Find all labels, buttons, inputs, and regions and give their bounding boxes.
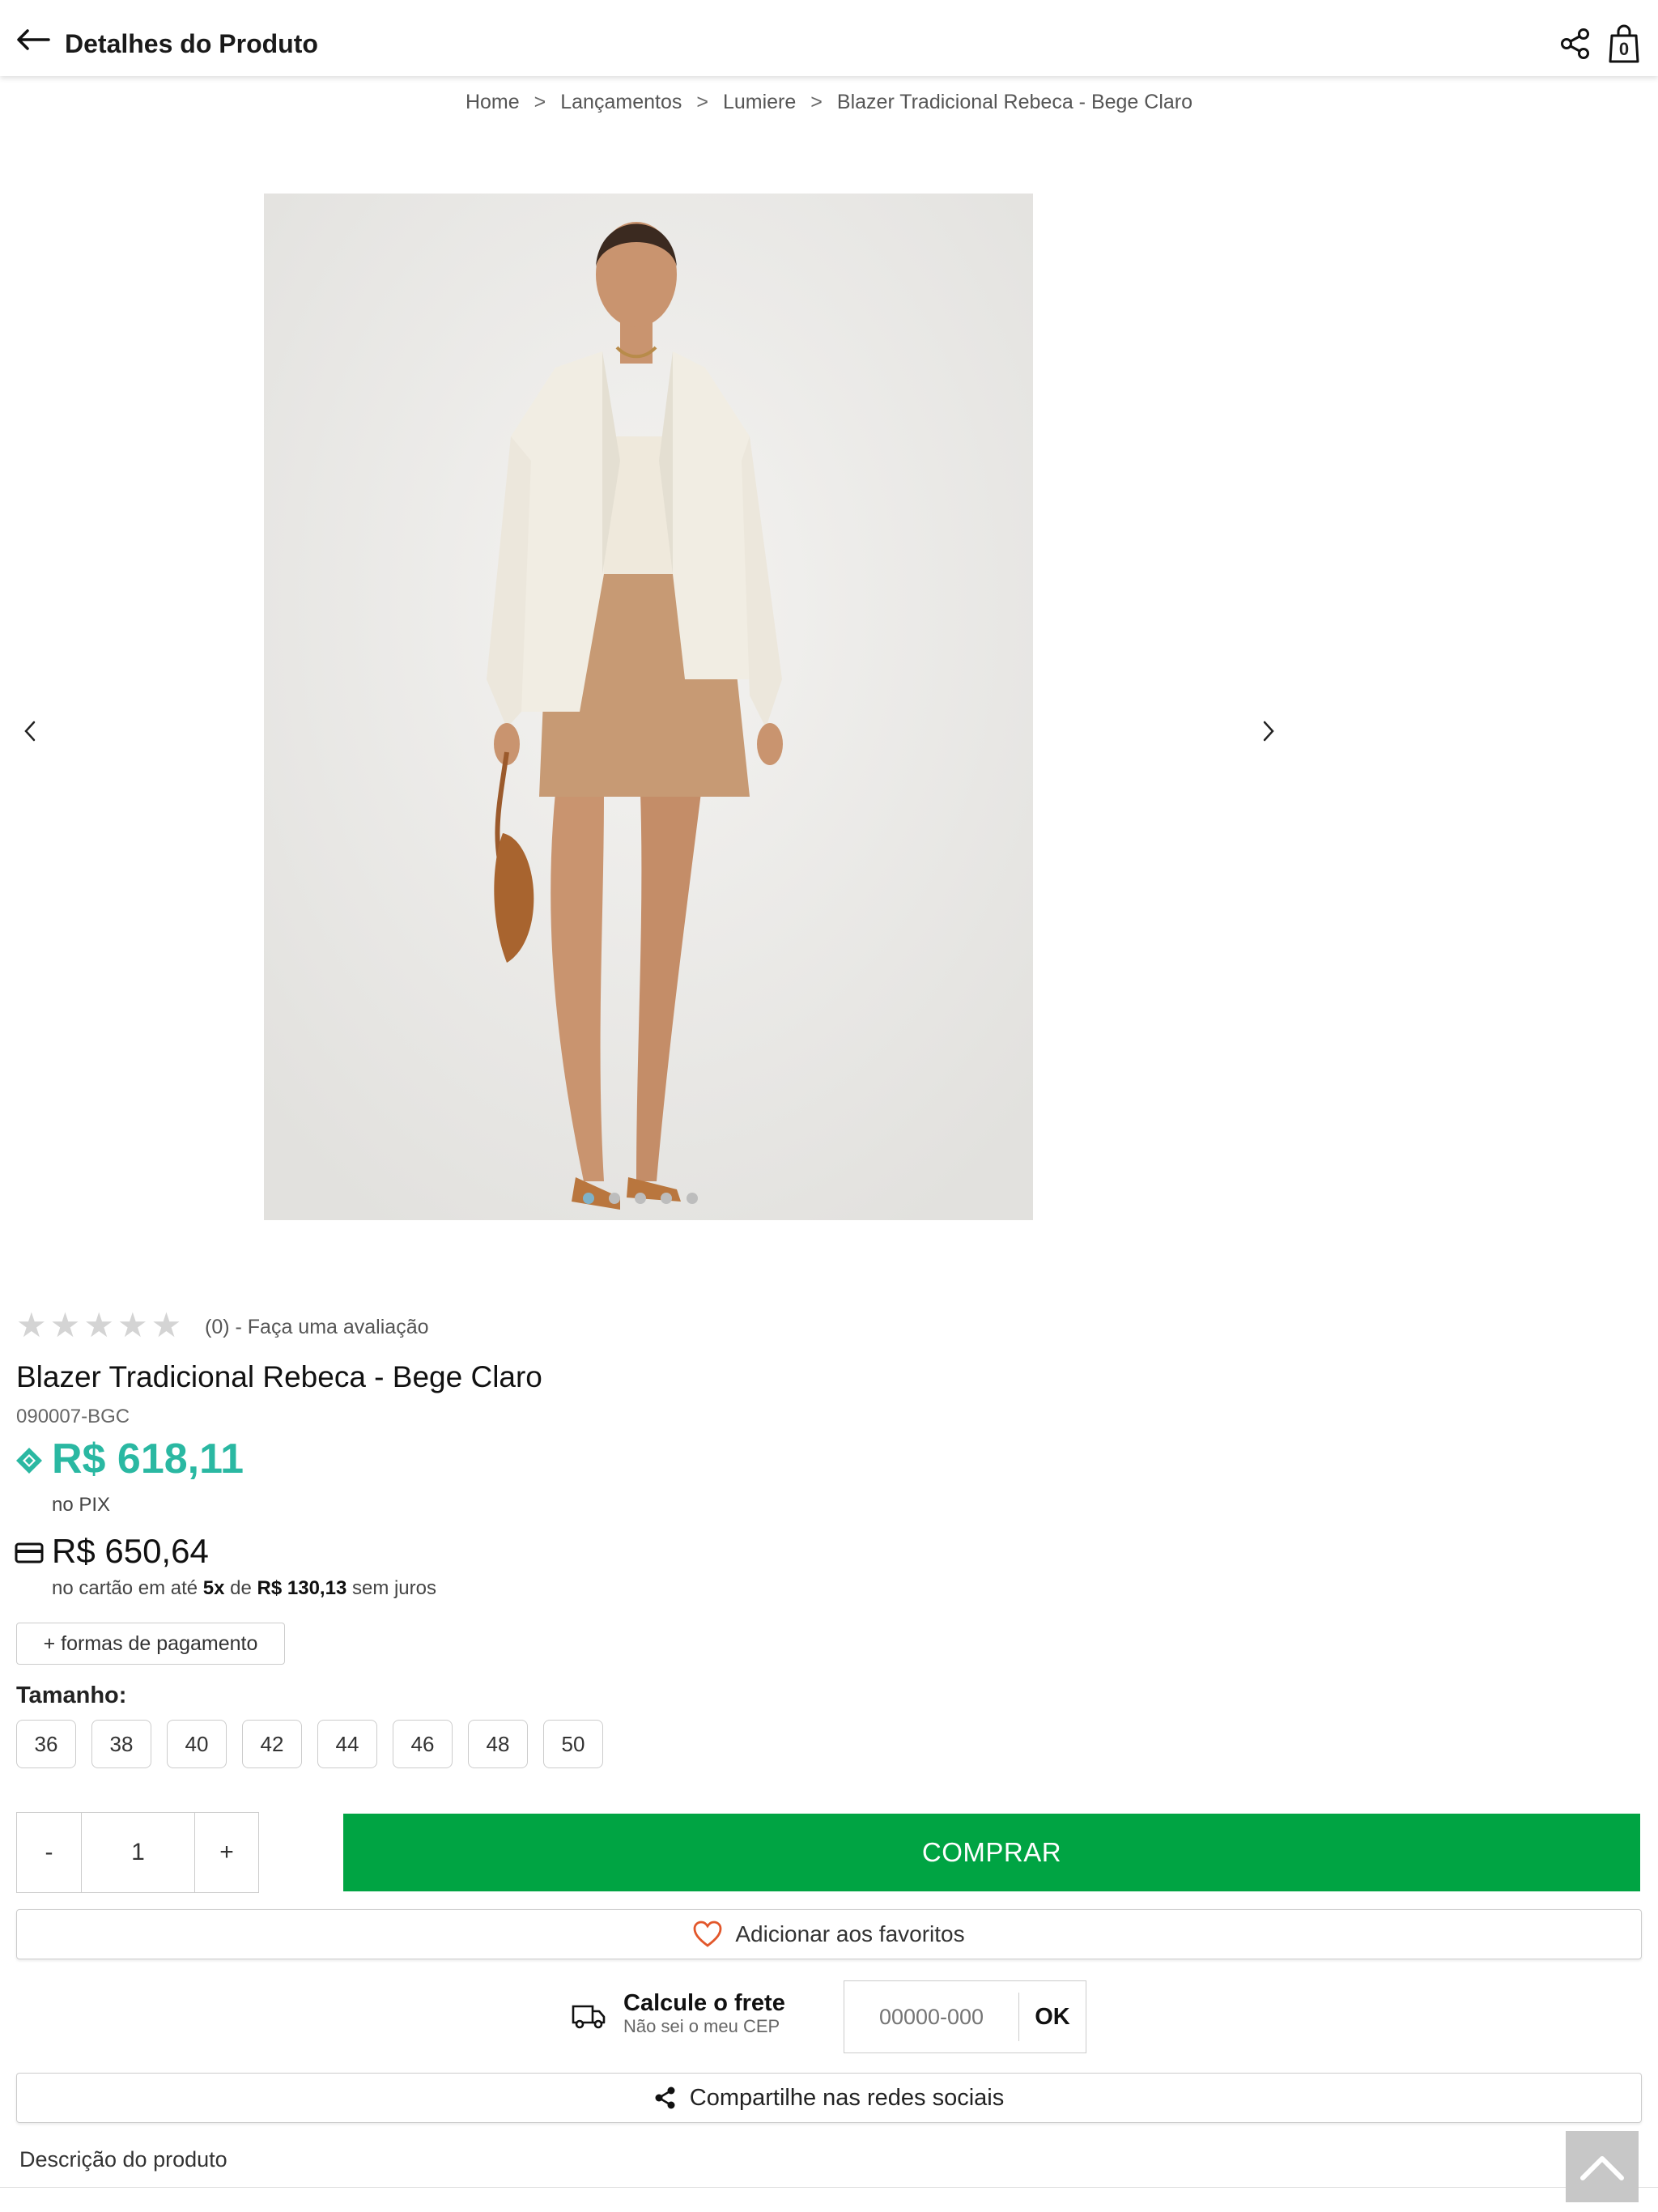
size-label: Tamanho: bbox=[16, 1682, 127, 1708]
installment-suffix: sem juros bbox=[351, 1577, 436, 1599]
quantity-input[interactable]: 1 bbox=[82, 1813, 195, 1892]
installment-mid: de bbox=[230, 1577, 252, 1599]
credit-card-icon bbox=[15, 1542, 44, 1563]
gallery-prev-icon[interactable] bbox=[19, 717, 42, 745]
card-price: R$ 650,64 bbox=[52, 1532, 209, 1570]
cep-input[interactable] bbox=[844, 1993, 1019, 2041]
breadcrumb-item-home[interactable]: Home bbox=[466, 91, 520, 113]
breadcrumb-separator: > bbox=[696, 91, 708, 113]
quantity-increment-button[interactable]: + bbox=[195, 1813, 258, 1892]
find-cep-link[interactable]: Não sei o meu CEP bbox=[623, 2016, 780, 2037]
star-icon: ★ bbox=[117, 1306, 148, 1344]
favorites-label: Adicionar aos favoritos bbox=[735, 1921, 965, 1946]
product-photo bbox=[264, 194, 1033, 1220]
share-label: Compartilhe nas redes sociais bbox=[689, 2084, 1005, 2111]
gallery-dot[interactable] bbox=[609, 1193, 620, 1204]
scroll-to-top-button[interactable] bbox=[1566, 2131, 1639, 2202]
size-option-50[interactable]: 50 bbox=[543, 1720, 603, 1768]
gallery-dot[interactable] bbox=[635, 1193, 646, 1204]
pix-icon bbox=[16, 1448, 42, 1474]
pix-price: R$ 618,11 bbox=[52, 1436, 244, 1482]
gallery-dot[interactable] bbox=[687, 1193, 698, 1204]
product-name: Blazer Tradicional Rebeca - Bege Claro bbox=[16, 1360, 542, 1393]
star-icon: ★ bbox=[83, 1306, 114, 1344]
chevron-up-icon bbox=[1580, 2156, 1624, 2180]
star-icon: ★ bbox=[151, 1306, 182, 1344]
size-option-40[interactable]: 40 bbox=[167, 1720, 227, 1768]
share-icon bbox=[655, 2087, 675, 2109]
breadcrumb: Home > Lançamentos > Lumiere > Blazer Tradicio… bbox=[0, 91, 1658, 114]
cep-ok-button[interactable]: OK bbox=[1019, 2004, 1086, 2031]
back-arrow-icon[interactable] bbox=[15, 28, 50, 52]
share-social-button[interactable]: Compartilhe nas redes sociais bbox=[16, 2073, 1642, 2123]
shipping-title: Calcule o frete bbox=[623, 1990, 785, 2016]
star-icon: ★ bbox=[16, 1306, 47, 1344]
breadcrumb-item-lancamentos[interactable]: Lançamentos bbox=[560, 91, 682, 113]
size-option-42[interactable]: 42 bbox=[242, 1720, 302, 1768]
installment-value: R$ 130,13 bbox=[257, 1577, 347, 1599]
size-option-36[interactable]: 36 bbox=[16, 1720, 76, 1768]
quantity-stepper: - 1 + bbox=[16, 1812, 259, 1893]
payment-methods-button[interactable]: + formas de pagamento bbox=[16, 1623, 285, 1665]
add-to-favorites-button[interactable]: Adicionar aos favoritos bbox=[16, 1909, 1642, 1959]
installment-terms: no cartão em até 5x de R$ 130,13 sem jur… bbox=[52, 1577, 436, 1600]
product-image[interactable] bbox=[264, 194, 1033, 1220]
gallery-next-icon[interactable] bbox=[1256, 717, 1279, 745]
gallery-dot[interactable] bbox=[661, 1193, 672, 1204]
heart-icon bbox=[693, 1921, 722, 1947]
size-option-46[interactable]: 46 bbox=[393, 1720, 453, 1768]
rating-link[interactable]: (0) - Faça uma avaliação bbox=[205, 1316, 429, 1339]
breadcrumb-separator: > bbox=[534, 91, 546, 113]
size-option-44[interactable]: 44 bbox=[317, 1720, 377, 1768]
cep-form: OK bbox=[844, 1980, 1086, 2053]
size-selector: 36 38 40 42 44 46 48 50 bbox=[16, 1720, 603, 1768]
size-option-38[interactable]: 38 bbox=[91, 1720, 151, 1768]
truck-icon bbox=[572, 2005, 606, 2029]
rating-stars[interactable]: ★ ★ ★ ★ ★ bbox=[16, 1308, 181, 1342]
gallery-dots bbox=[583, 1193, 698, 1204]
breadcrumb-separator: > bbox=[810, 91, 823, 113]
installment-prefix: no cartão em até bbox=[52, 1577, 198, 1599]
description-label: Descrição do produto bbox=[19, 2147, 227, 2172]
page-title: Detalhes do Produto bbox=[65, 29, 318, 58]
gallery-dot[interactable] bbox=[583, 1193, 594, 1204]
star-icon: ★ bbox=[49, 1306, 81, 1344]
buy-button[interactable]: COMPRAR bbox=[343, 1814, 1640, 1891]
quantity-decrement-button[interactable]: - bbox=[17, 1813, 82, 1892]
installment-count: 5x bbox=[202, 1577, 225, 1599]
size-option-48[interactable]: 48 bbox=[468, 1720, 528, 1768]
product-sku: 090007-BGC bbox=[16, 1406, 130, 1427]
breadcrumb-item-current: Blazer Tradicional Rebeca - Bege Claro bbox=[836, 91, 1193, 113]
share-icon[interactable] bbox=[1559, 28, 1592, 60]
breadcrumb-item-lumiere[interactable]: Lumiere bbox=[723, 91, 796, 113]
description-accordion[interactable]: Descrição do produto bbox=[0, 2129, 1658, 2188]
cart-count-badge: 0 bbox=[1618, 39, 1630, 59]
top-app-bar: Detalhes do Produto 0 bbox=[0, 0, 1658, 76]
pix-label: no PIX bbox=[52, 1494, 111, 1516]
